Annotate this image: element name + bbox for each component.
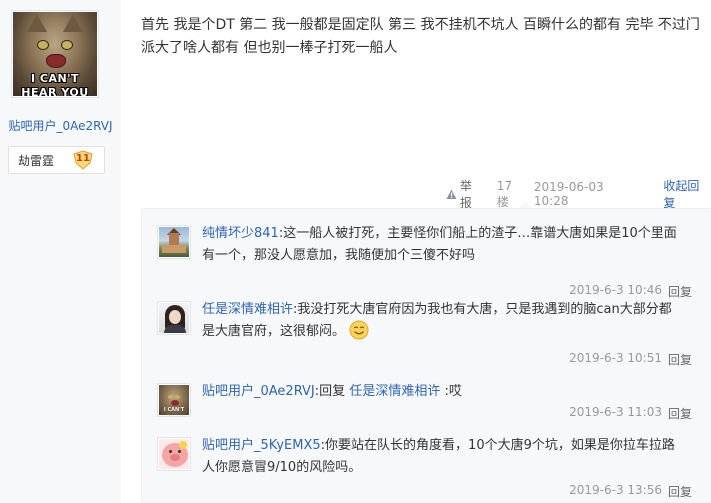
- reply-content: 贴吧用户_5KyEMX5:你要站在队长的角度看，10个大唐9个坑，如果是你拉车拉…: [202, 435, 702, 479]
- reply-text-line1: 我没打死大唐官府因为我也有大唐，只是我遇到的脑can大部分都: [297, 302, 672, 317]
- reply-username[interactable]: 任是深情难相许: [202, 302, 293, 317]
- reply-button[interactable]: 回复: [668, 405, 692, 422]
- reply-username[interactable]: 贴吧用户_5KyEMX5: [202, 438, 321, 453]
- report-label: 举报: [459, 179, 472, 210]
- post-content-line1: 首先 我是个DT 第二 我一般都是固定队 第三 我不挂机不坑人 百瞬什么的都有 …: [141, 17, 700, 33]
- badge-name: 劫雷霆: [18, 153, 55, 168]
- reply-meta: 2019-6-3 10:46 回复: [569, 283, 692, 300]
- avatar-caption-line1: I CAN'T: [30, 72, 80, 85]
- reply-time: 2019-6-3 13:56: [569, 483, 662, 497]
- list-item: 纯情坏少841:这一船人被打死，主要怪你们船上的渣子…靠谱大唐如果是10个里面 …: [157, 223, 702, 299]
- castle-avatar: [159, 227, 189, 257]
- avatar-caption-line2: HEAR YOU: [21, 86, 89, 96]
- reply-button[interactable]: 回复: [668, 351, 692, 368]
- post-content: 首先 我是个DT 第二 我一般都是固定队 第三 我不挂机不坑人 百瞬什么的都有 …: [141, 14, 701, 60]
- reply-button[interactable]: 回复: [668, 283, 692, 300]
- reply-time: 2019-6-3 11:03: [569, 405, 662, 419]
- smile-emoji-icon: [349, 320, 369, 339]
- collapse-replies-link[interactable]: 收起回复: [663, 177, 711, 211]
- reply-target-username[interactable]: 任是深情难相许: [349, 384, 440, 399]
- post-tail-bar: 举报 17楼 2019-06-03 10:28 收起回复: [446, 179, 711, 210]
- list-item: 贴吧用户_5KyEMX5:你要站在队长的角度看，10个大唐9个坑，如果是你拉车拉…: [157, 435, 702, 499]
- pig-avatar: [159, 439, 189, 469]
- cat-avatar: I CAN'T: [159, 385, 189, 415]
- reply-avatar[interactable]: [157, 437, 191, 471]
- reply-meta: 2019-6-3 13:56 回复: [569, 483, 692, 500]
- list-item: 任是深情难相许:我没打死大唐官府因为我也有大唐，只是我遇到的脑can大部分都 是…: [157, 299, 702, 367]
- reply-content: 任是深情难相许:我没打死大唐官府因为我也有大唐，只是我遇到的脑can大部分都 是…: [202, 302, 672, 339]
- post-time: 2019-06-03 10:28: [533, 180, 604, 208]
- girl-avatar: [159, 303, 189, 333]
- reply-prefix: 回复: [319, 384, 346, 399]
- reply-text-line1: 这一船人被打死，主要怪你们船上的渣子…靠谱大唐如果是10个里面: [283, 226, 677, 241]
- poster-username[interactable]: 贴吧用户_0Ae2RVJ: [0, 117, 121, 134]
- user-info-column: I CAN'T HEAR YOU 贴吧用户_0Ae2RVJ 劫雷霆 11: [0, 0, 121, 503]
- member-badge[interactable]: 劫雷霆 11: [8, 146, 105, 174]
- reply-username[interactable]: 纯情坏少841: [202, 226, 279, 241]
- reply-avatar-caption: I CAN'T: [163, 407, 185, 413]
- reply-time: 2019-6-3 10:46: [569, 283, 662, 297]
- reply-content: 贴吧用户_0Ae2RVJ:回复 任是深情难相许 :哎: [202, 384, 462, 399]
- cat-avatar-image: I CAN'T HEAR YOU: [13, 12, 97, 96]
- reply-meta: 2019-6-3 11:03 回复: [569, 405, 692, 422]
- post-content-line2: 派大了啥人都有 但也别一棒子打死一船人: [141, 40, 398, 56]
- reply-meta: 2019-6-3 10:51 回复: [569, 351, 692, 368]
- badge-level-number: 11: [76, 153, 90, 164]
- reply-text-line1: :哎: [444, 384, 462, 399]
- list-item: I CAN'T 贴吧用户_0Ae2RVJ:回复 任是深情难相许 :哎 2019-…: [157, 381, 702, 421]
- level-shield-icon: 11: [72, 150, 94, 170]
- warning-icon: [446, 189, 457, 199]
- poster-avatar[interactable]: I CAN'T HEAR YOU: [11, 10, 99, 98]
- sub-reply-list: 纯情坏少841:这一船人被打死，主要怪你们船上的渣子…靠谱大唐如果是10个里面 …: [141, 208, 711, 503]
- reply-content: 纯情坏少841:这一船人被打死，主要怪你们船上的渣子…靠谱大唐如果是10个里面 …: [202, 223, 702, 267]
- reply-button[interactable]: 回复: [668, 483, 692, 500]
- reply-text-line2: 是大唐官府，这很郁闷。: [202, 324, 346, 339]
- report-button[interactable]: 举报: [446, 177, 484, 211]
- reply-username[interactable]: 贴吧用户_0Ae2RVJ: [202, 384, 315, 399]
- reply-time: 2019-6-3 10:51: [569, 351, 662, 365]
- reply-text-line1: 你要站在队长的角度看，10个大唐9个坑，如果是你拉车拉路: [325, 438, 675, 453]
- reply-avatar[interactable]: I CAN'T: [157, 383, 191, 417]
- reply-text-line2: 人你愿意冒9/10的风险吗。: [202, 460, 362, 475]
- reply-avatar[interactable]: [157, 225, 191, 259]
- reply-avatar[interactable]: [157, 301, 191, 335]
- reply-text-line2: 有一个，那没人愿意加，我随便加个三傻不好吗: [202, 248, 476, 263]
